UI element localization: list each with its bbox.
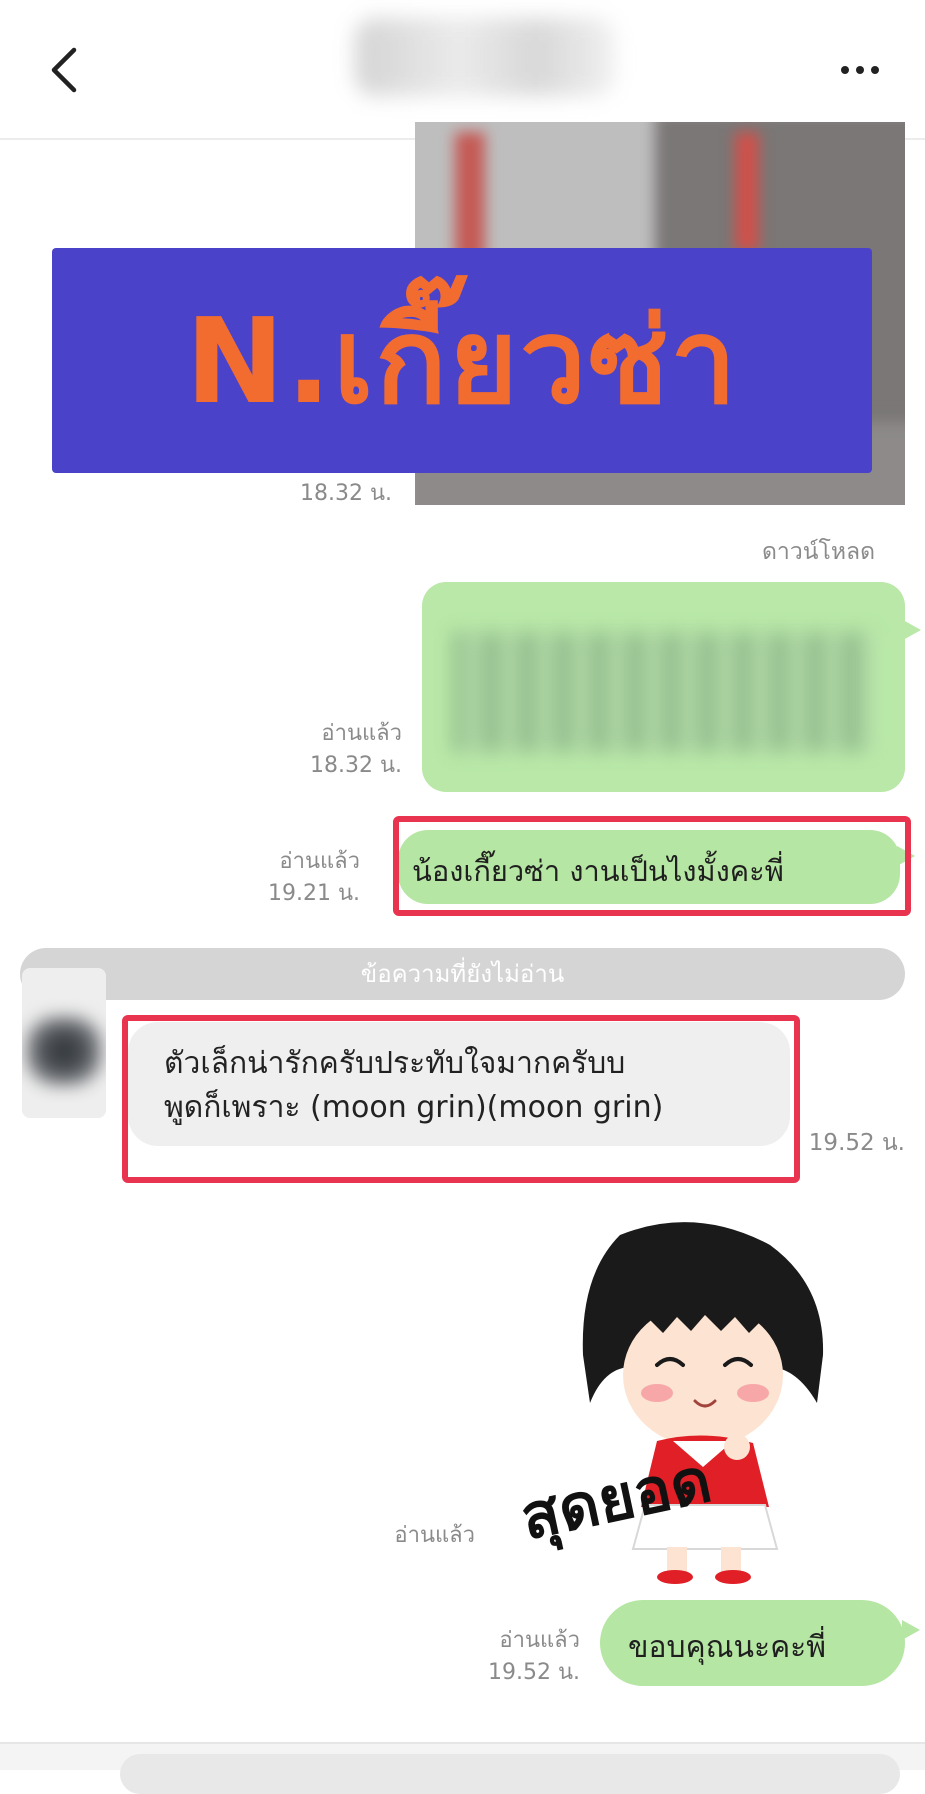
message-input-bar[interactable]	[0, 1742, 925, 1794]
outgoing-message-bubble[interactable]: ขอบคุณนะคะพี่	[600, 1600, 905, 1686]
read-receipt: อ่านแล้ว	[394, 1523, 475, 1548]
bubble-tail	[903, 620, 921, 640]
unread-divider: ข้อความที่ยังไม่อ่าน	[20, 948, 905, 1000]
read-receipt: อ่านแล้ว	[321, 721, 402, 746]
message-timestamp: 18.32 น.	[309, 753, 402, 778]
highlight-frame	[393, 816, 911, 916]
blurred-message[interactable]	[422, 582, 905, 792]
read-receipt: อ่านแล้ว	[279, 849, 360, 874]
message-timestamp: 19.21 น.	[267, 881, 360, 906]
watermark-banner: N.เกี๊ยวซ่า	[52, 248, 872, 473]
more-horizontal-icon[interactable]	[835, 52, 885, 88]
read-receipt: อ่านแล้ว	[499, 1628, 580, 1653]
message-timestamp: 19.52 น.	[487, 1660, 580, 1685]
download-link[interactable]: ดาวน์โหลด	[762, 534, 875, 570]
highlight-frame	[122, 1015, 800, 1183]
chevron-left-icon[interactable]	[40, 42, 90, 98]
avatar[interactable]	[22, 968, 106, 1118]
photo-timestamp: 18.32 น.	[300, 481, 393, 506]
watermark-text: N.เกี๊ยวซ่า	[185, 291, 739, 430]
message-text: ขอบคุณนะคะพี่	[628, 1630, 827, 1665]
bubble-tail	[902, 1620, 920, 1640]
message-timestamp: 19.52 น.	[808, 1130, 905, 1156]
contact-name-blurred	[355, 18, 615, 96]
